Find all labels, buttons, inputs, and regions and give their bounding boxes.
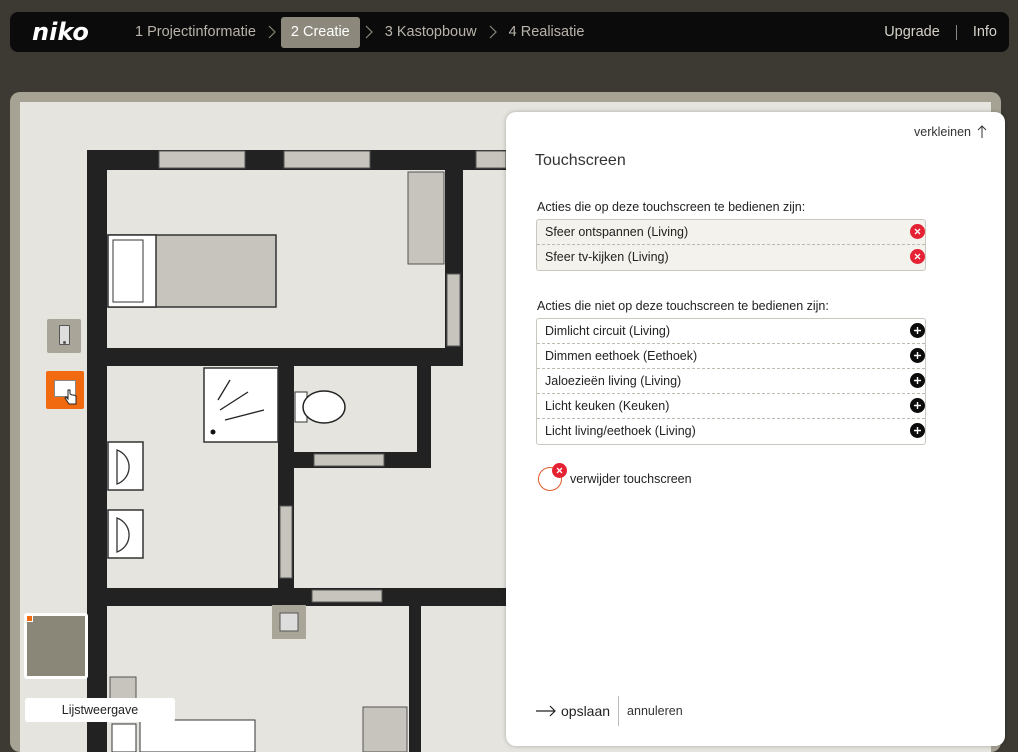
selected-touchscreen-button[interactable]: [46, 371, 84, 409]
list-item[interactable]: Dimlicht circuit (Living): [537, 319, 925, 344]
remove-action-button[interactable]: [910, 249, 925, 264]
active-actions-list: Sfeer ontspannen (Living) Sfeer tv-kijke…: [536, 219, 926, 271]
step-creatie[interactable]: 2 Creatie: [280, 16, 360, 48]
touchscreen-panel: verkleinen Touchscreen Acties die op dez…: [506, 112, 1005, 746]
add-action-button[interactable]: [910, 323, 925, 338]
add-action-button[interactable]: [910, 348, 925, 363]
step-realisatie[interactable]: 4 Realisatie: [502, 17, 592, 48]
upgrade-link[interactable]: Upgrade: [884, 24, 940, 40]
divider: [955, 24, 957, 40]
add-action-button[interactable]: [910, 373, 925, 388]
plus-icon: [914, 427, 921, 434]
top-bar: niko 1 Projectinformatie 2 Creatie 3 Kas…: [10, 12, 1009, 52]
plus-icon: [914, 377, 921, 384]
collapse-label: verkleinen: [914, 125, 971, 139]
collapse-button[interactable]: verkleinen: [914, 125, 987, 139]
arrow-up-icon: [977, 125, 987, 138]
arrow-right-icon: [536, 705, 556, 717]
inactive-actions-list: Dimlicht circuit (Living) Dimmen eethoek…: [536, 318, 926, 445]
save-button[interactable]: opslaan: [535, 703, 610, 719]
list-item[interactable]: Sfeer tv-kijken (Living): [537, 245, 925, 270]
delete-touchscreen-label: verwijder touchscreen: [570, 472, 692, 486]
divider: [618, 696, 620, 726]
list-item[interactable]: Jaloezieën living (Living): [537, 369, 925, 394]
cancel-button[interactable]: annuleren: [627, 704, 683, 718]
minimap-marker: [26, 615, 33, 622]
touchscreen-circle-icon: [538, 463, 567, 491]
plus-icon: [914, 352, 921, 359]
step-projectinformatie[interactable]: 1 Projectinformatie: [128, 17, 263, 48]
close-icon: [552, 463, 567, 478]
plus-icon: [914, 402, 921, 409]
step-navigation: 1 Projectinformatie 2 Creatie 3 Kastopbo…: [128, 16, 591, 48]
close-icon: [914, 228, 921, 235]
save-label: opslaan: [561, 703, 611, 719]
chevron-right-icon: [360, 22, 378, 42]
niko-logo[interactable]: niko: [32, 18, 89, 46]
panel-footer: opslaan annuleren: [535, 696, 683, 726]
active-actions-label: Acties die op deze touchscreen te bedien…: [537, 200, 806, 214]
top-links: Upgrade Info: [884, 12, 997, 52]
plus-icon: [914, 327, 921, 334]
panel-title: Touchscreen: [535, 152, 626, 169]
list-view-button[interactable]: Lijstweergave: [25, 698, 175, 722]
minimap-thumbnail[interactable]: [24, 613, 88, 679]
list-item[interactable]: Licht living/eethoek (Living): [537, 419, 925, 444]
inactive-actions-label: Acties die niet op deze touchscreen te b…: [537, 299, 829, 313]
touchscreen-tool[interactable]: [47, 319, 81, 353]
list-item[interactable]: Dimmen eethoek (Eethoek): [537, 344, 925, 369]
minimap-image: [27, 616, 85, 676]
delete-touchscreen-button[interactable]: verwijder touchscreen: [538, 463, 692, 491]
list-item[interactable]: Licht keuken (Keuken): [537, 394, 925, 419]
add-action-button[interactable]: [910, 398, 925, 413]
chevron-right-icon: [484, 22, 502, 42]
list-item[interactable]: Sfeer ontspannen (Living): [537, 220, 925, 245]
add-action-button[interactable]: [910, 423, 925, 438]
pointer-hand-icon: [64, 389, 77, 405]
chevron-right-icon: [263, 22, 281, 42]
close-icon: [914, 253, 921, 260]
step-kastopbouw[interactable]: 3 Kastopbouw: [378, 17, 484, 48]
touchscreen-dot: [63, 341, 66, 344]
remove-action-button[interactable]: [910, 224, 925, 239]
info-link[interactable]: Info: [973, 24, 997, 40]
